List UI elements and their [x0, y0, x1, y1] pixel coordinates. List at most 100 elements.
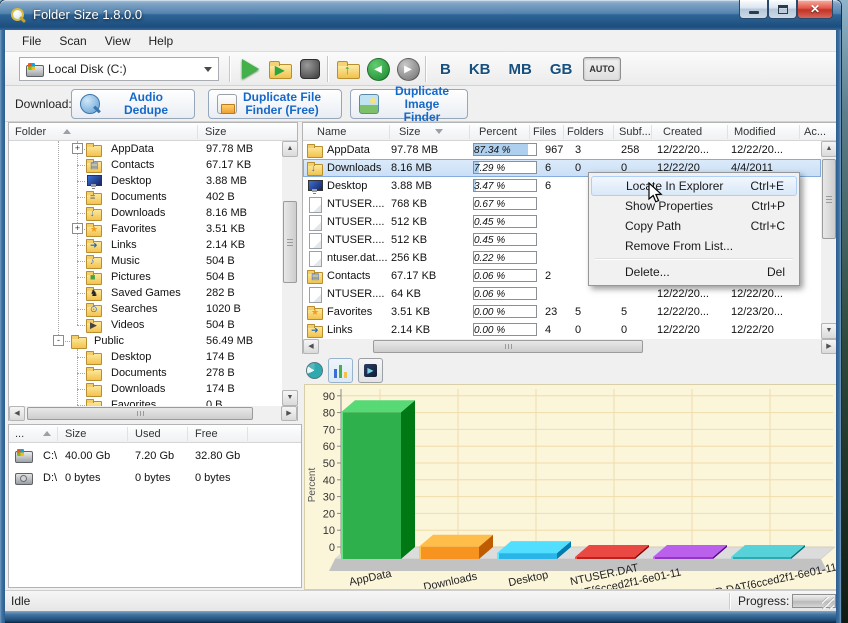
context-menu-item-copy-path[interactable]: Copy PathCtrl+C	[591, 216, 797, 236]
tree-item-documents[interactable]: ≡Documents402 B	[9, 189, 297, 205]
table-header-size[interactable]: Size	[399, 126, 420, 138]
tree-item-downloads[interactable]: ↓Downloads8.16 MB	[9, 205, 297, 221]
drive-header-free[interactable]: Free	[195, 428, 218, 440]
tree-item-documents[interactable]: Documents278 B	[9, 365, 297, 381]
stop-button[interactable]	[297, 56, 323, 82]
divider	[727, 125, 728, 139]
tree-header-folder[interactable]: Folder	[15, 126, 46, 138]
table-vertical-scrollbar[interactable]: ▲ ▼	[821, 141, 837, 339]
drive-row-d[interactable]: D:\0 bytes0 bytes0 bytes	[9, 467, 301, 489]
drive-header-size[interactable]: Size	[65, 428, 86, 440]
context-menu-item-delete-[interactable]: Delete...Del	[591, 262, 797, 282]
table-horizontal-scrollbar[interactable]: ◀ ▶	[303, 339, 837, 354]
tree-item-pictures[interactable]: ■Pictures504 B	[9, 269, 297, 285]
scroll-left-icon[interactable]: ◀	[303, 339, 319, 354]
file-icon	[307, 287, 323, 301]
scroll-up-icon[interactable]: ▲	[282, 141, 298, 157]
menu-scan[interactable]: Scan	[50, 32, 95, 50]
tree-item-appdata[interactable]: +AppData97.78 MB	[9, 141, 297, 157]
drive-header-name[interactable]: ...	[15, 428, 24, 440]
tree-item-public[interactable]: -Public56.49 MB	[9, 333, 297, 349]
tree-item-music[interactable]: ♪Music504 B	[9, 253, 297, 269]
download-button-2[interactable]: Duplicate FileFinder (Free)	[208, 89, 342, 119]
tree-item-saved-games[interactable]: ♞Saved Games282 B	[9, 285, 297, 301]
scroll-down-icon[interactable]: ▼	[282, 390, 298, 406]
menu-help[interactable]: Help	[140, 32, 183, 50]
tree-item-favorites[interactable]: +★Favorites3.51 KB	[9, 221, 297, 237]
unit-button-gb[interactable]: GB	[543, 59, 580, 80]
context-menu-item-show-properties[interactable]: Show PropertiesCtrl+P	[591, 196, 797, 216]
forward-button[interactable]: ▶	[395, 56, 421, 82]
divider	[389, 125, 390, 139]
scrollbar-thumb[interactable]	[822, 159, 836, 239]
close-button[interactable]: ✕	[797, 0, 833, 19]
tree-item-downloads[interactable]: Downloads174 B	[9, 381, 297, 397]
table-header-created[interactable]: Created	[663, 126, 702, 138]
table-row-ntuser[interactable]: NTUSER....64 KB0.06 %12/22/20...12/22/20…	[303, 285, 821, 303]
table-row-favorites[interactable]: ★Favorites3.51 KB0.00 %235512/22/20...12…	[303, 303, 821, 321]
table-header-modified[interactable]: Modified	[734, 126, 776, 138]
tree-item-contacts[interactable]: ▤Contacts67.17 KB	[9, 157, 297, 173]
download-bar: Download: Audio DedupeDuplicate FileFind…	[5, 86, 836, 122]
scan-folder-button[interactable]: ▶	[267, 56, 293, 82]
tree-item-links[interactable]: ➜Links2.14 KB	[9, 237, 297, 253]
expand-icon[interactable]: +	[72, 223, 83, 234]
menu-file[interactable]: File	[13, 32, 50, 50]
download-button-3[interactable]: DuplicateImage Finder	[350, 89, 468, 119]
table-header-files[interactable]: Files	[533, 126, 556, 138]
cell-size: 3.51 KB	[391, 306, 430, 318]
scrollbar-thumb[interactable]	[283, 201, 297, 283]
tree-vertical-scrollbar[interactable]: ▲ ▼	[282, 141, 298, 406]
resize-grip[interactable]	[822, 597, 834, 609]
expand-icon[interactable]: +	[72, 143, 83, 154]
drive-selector[interactable]: Local Disk (C:)	[19, 57, 219, 81]
scroll-down-icon[interactable]: ▼	[821, 323, 837, 339]
context-menu-item-remove-from-list-[interactable]: Remove From List...	[591, 236, 797, 256]
percent-bar: 87.34 %	[473, 143, 537, 156]
menu-view[interactable]: View	[96, 32, 140, 50]
titlebar[interactable]: Folder Size 1.8.0.0 ✕	[0, 0, 841, 30]
back-button[interactable]: ◀	[365, 56, 391, 82]
unit-button-b[interactable]: B	[433, 59, 458, 80]
cell-percent: 0.00 %	[474, 325, 505, 336]
tree-item-favorites[interactable]: Favorites0 B	[9, 397, 297, 406]
pie-chart-icon[interactable]	[306, 362, 323, 379]
unit-button-kb[interactable]: KB	[462, 59, 498, 80]
tree-item-searches[interactable]: ⊙Searches1020 B	[9, 301, 297, 317]
tree-item-videos[interactable]: ▶Videos504 B	[9, 317, 297, 333]
scroll-right-icon[interactable]: ▶	[821, 339, 837, 354]
collapse-icon[interactable]: -	[53, 335, 64, 346]
table-row-links[interactable]: ➜Links2.14 KB0.00 %40012/22/2012/22/20	[303, 321, 821, 339]
context-menu-item-locate-in-explorer[interactable]: Locate In ExplorerCtrl+E	[591, 176, 797, 196]
scroll-left-icon[interactable]: ◀	[9, 406, 25, 421]
export-chart-button[interactable]: ▶	[358, 358, 383, 383]
scrollbar-thumb[interactable]	[373, 340, 643, 353]
bar-chart-button[interactable]	[328, 358, 353, 383]
tree-item-size: 8.16 MB	[206, 207, 247, 219]
minimize-button[interactable]	[739, 0, 768, 19]
unit-button-auto[interactable]: AUTO	[583, 57, 620, 81]
maximize-button[interactable]	[768, 0, 797, 19]
table-header-percent[interactable]: Percent	[479, 126, 517, 138]
tree-horizontal-scrollbar[interactable]: ◀ ▶	[9, 406, 297, 421]
scroll-right-icon[interactable]: ▶	[281, 406, 297, 421]
table-row-appdata[interactable]: AppData97.78 MB87.34 %967325812/22/20...…	[303, 141, 821, 159]
cell-size: 512 KB	[391, 234, 427, 246]
scan-start-button[interactable]	[237, 56, 263, 82]
drive-row-c[interactable]: C:\40.00 Gb7.20 Gb32.80 Gb	[9, 445, 301, 467]
table-header-folders[interactable]: Folders	[567, 126, 604, 138]
folder-up-button[interactable]: ↑	[335, 56, 361, 82]
download-button-1[interactable]: Audio Dedupe	[71, 89, 195, 119]
unit-button-group: BKBMBGBAUTO	[433, 55, 621, 83]
tree-item-name: Desktop	[111, 351, 151, 363]
scrollbar-thumb[interactable]	[27, 407, 253, 420]
tree-item-desktop[interactable]: Desktop174 B	[9, 349, 297, 365]
table-header-subf[interactable]: Subf...	[619, 126, 651, 138]
tree-header-size[interactable]: Size	[205, 126, 226, 138]
table-header-name[interactable]: Name	[317, 126, 346, 138]
scroll-up-icon[interactable]: ▲	[821, 141, 837, 157]
drive-header-used[interactable]: Used	[135, 428, 161, 440]
unit-button-mb[interactable]: MB	[502, 59, 539, 80]
table-header-ac[interactable]: Ac...	[804, 126, 826, 138]
tree-item-desktop[interactable]: Desktop3.88 MB	[9, 173, 297, 189]
